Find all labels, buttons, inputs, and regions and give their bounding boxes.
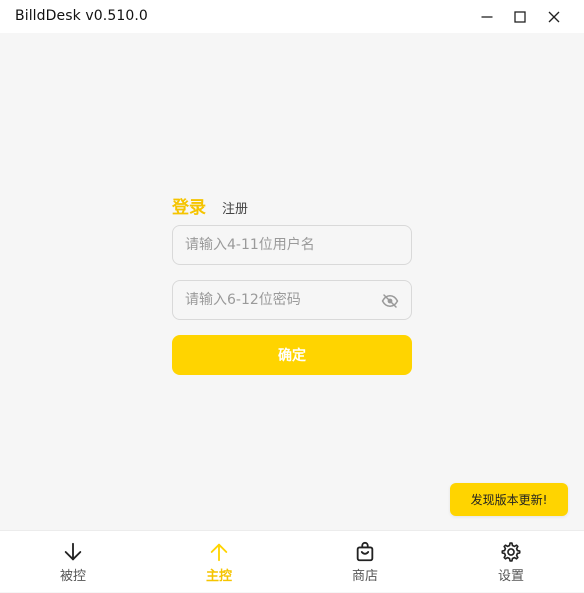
bottom-nav: 被控 主控 商店 设置 [0,530,584,592]
tab-login[interactable]: 登录 [172,193,206,218]
maximize-button[interactable] [503,0,536,33]
arrow-up-icon [210,543,228,562]
close-button[interactable] [537,0,570,33]
password-field[interactable] [172,280,412,320]
username-field[interactable] [172,225,412,265]
nav-item-store[interactable]: 商店 [292,531,438,593]
nav-label-store: 商店 [351,569,378,584]
main-content: 登录 注册 确定 发现版本更新! [0,33,584,530]
arrow-down-icon [64,542,82,561]
username-input[interactable] [173,226,411,264]
auth-tabs: 登录 注册 [172,193,248,218]
tab-register[interactable]: 注册 [222,198,248,217]
update-notification[interactable]: 发现版本更新! [450,483,568,516]
close-icon [548,11,559,22]
nav-item-master[interactable]: 主控 [146,531,292,593]
maximize-icon [513,10,526,23]
nav-item-controlled[interactable]: 被控 [0,531,146,593]
password-input[interactable] [173,281,411,319]
minimize-icon [481,15,492,18]
gear-icon [501,542,521,562]
shopping-bag-icon [356,541,374,562]
nav-label-settings: 设置 [497,569,524,584]
eye-off-icon[interactable] [381,292,399,310]
nav-label-controlled: 被控 [59,569,86,584]
title-bar: BilldDesk v0.510.0 [0,0,584,33]
nav-label-master: 主控 [205,569,232,584]
confirm-button[interactable]: 确定 [172,335,412,375]
minimize-button[interactable] [470,0,503,33]
nav-item-settings[interactable]: 设置 [438,531,584,593]
update-notification-text: 发现版本更新! [470,493,548,507]
app-title: BilldDesk v0.510.0 [15,8,148,24]
